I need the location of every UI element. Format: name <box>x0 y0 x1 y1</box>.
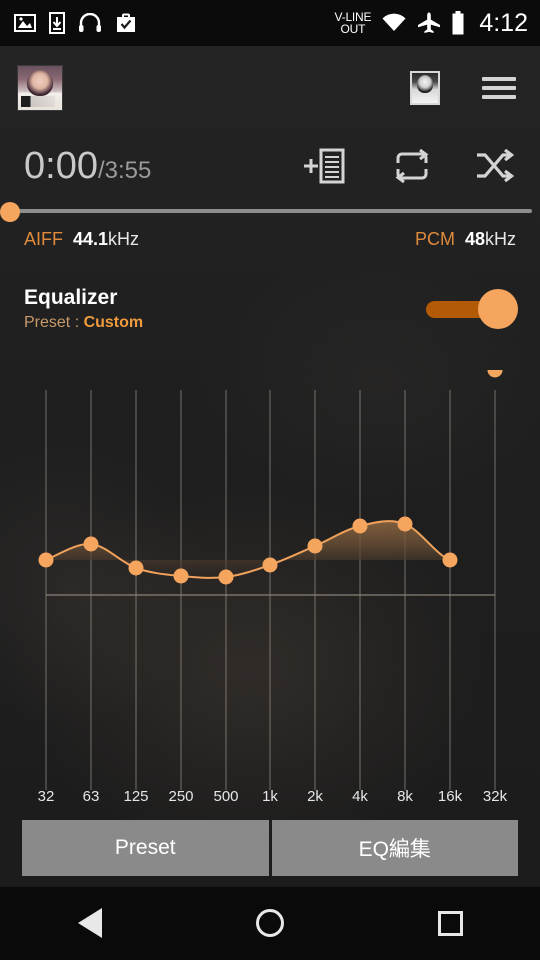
eq-band-handle-4k[interactable] <box>352 518 368 534</box>
frequency-axis-labels: 32 63 125 250 500 1k 2k 4k 8k 16k 32k <box>0 788 540 814</box>
freq-label-1k: 1k <box>262 788 278 805</box>
output-format-group: PCM 48kHz <box>415 229 516 250</box>
freq-label-250: 250 <box>168 788 194 805</box>
now-playing-art-icon[interactable] <box>410 71 440 105</box>
progress-track[interactable] <box>8 209 532 213</box>
equalizer-title-group: Equalizer Preset : Custom <box>24 286 143 333</box>
freq-label-8k: 8k <box>397 788 413 805</box>
recents-nav-icon <box>437 910 463 936</box>
back-nav-button[interactable] <box>40 886 140 960</box>
current-time: 0:00 <box>24 144 98 187</box>
download-to-device-icon <box>49 12 65 34</box>
freq-label-32k: 32k <box>482 788 508 805</box>
recents-nav-button[interactable] <box>400 886 500 960</box>
briefcase-check-icon <box>117 13 135 32</box>
audio-format-row: AIFF 44.1kHz PCM 48kHz <box>0 222 540 256</box>
equalizer-title: Equalizer <box>24 285 118 309</box>
source-codec-label: AIFF <box>24 228 63 249</box>
headphones-icon <box>79 13 101 32</box>
equalizer-enable-toggle[interactable] <box>426 289 518 329</box>
android-navigation-bar <box>0 886 540 960</box>
eq-band-handle-2k[interactable] <box>307 538 323 554</box>
app-screen: V-LINE OUT 4:12 0:00 /3:55 AIFF 44.1kHz … <box>0 0 540 960</box>
freq-label-32: 32 <box>37 788 55 805</box>
eq-band-handle-32k[interactable] <box>487 370 503 378</box>
equalizer-button-row: Preset EQ編集 <box>0 820 540 876</box>
freq-label-63: 63 <box>82 788 100 805</box>
hamburger-menu-icon[interactable] <box>482 77 516 99</box>
battery-icon <box>452 11 464 35</box>
eq-band-handle-500[interactable] <box>218 569 234 585</box>
shuffle-icon[interactable] <box>474 149 514 183</box>
status-bar-right-icons: V-LINE OUT 4:12 <box>335 9 540 38</box>
status-bar: V-LINE OUT 4:12 <box>0 0 540 46</box>
transport-row: 0:00 /3:55 <box>0 136 540 196</box>
transport-actions <box>302 147 540 185</box>
repeat-icon[interactable] <box>390 149 430 183</box>
progress-thumb[interactable] <box>0 202 20 222</box>
home-nav-button[interactable] <box>220 886 320 960</box>
equalizer-header: Equalizer Preset : Custom <box>0 278 540 340</box>
output-codec-label: PCM <box>414 228 455 249</box>
eq-band-handle-125[interactable] <box>128 560 144 576</box>
freq-label-2k: 2k <box>307 788 323 805</box>
total-time: /3:55 <box>97 156 152 184</box>
status-bar-clock: 4:12 <box>479 8 528 37</box>
back-nav-icon <box>78 908 102 938</box>
freq-label-4k: 4k <box>352 788 368 805</box>
image-icon <box>14 14 36 32</box>
app-header <box>0 46 540 130</box>
source-sample-rate: 44.1kHz <box>73 228 140 249</box>
playback-time: 0:00 /3:55 <box>0 145 151 188</box>
equalizer-preset-line: Preset : Custom <box>24 313 143 333</box>
freq-label-16k: 16k <box>437 788 463 805</box>
preset-label: Preset : <box>24 313 84 331</box>
eq-band-handle-8k[interactable] <box>397 516 413 532</box>
preset-button[interactable]: Preset <box>22 820 269 876</box>
eq-edit-button[interactable]: EQ編集 <box>271 820 518 876</box>
toggle-thumb[interactable] <box>478 289 518 329</box>
eq-band-handle-16k[interactable] <box>442 552 458 568</box>
freq-label-125: 125 <box>123 788 149 805</box>
freq-label-500: 500 <box>213 788 239 805</box>
header-actions <box>410 71 540 105</box>
wifi-icon <box>382 13 406 31</box>
eq-band-handle-1k[interactable] <box>262 557 278 573</box>
nav-divider <box>0 886 540 887</box>
vline-out-bottom: OUT <box>340 22 366 36</box>
add-to-playlist-icon[interactable] <box>302 147 346 185</box>
playback-progress-bar[interactable] <box>0 202 540 222</box>
airplane-mode-icon <box>418 12 441 33</box>
output-sample-rate: 48kHz <box>464 228 516 249</box>
eq-gridlines <box>45 390 496 790</box>
vline-out-indicator: V-LINE OUT <box>335 11 372 35</box>
equalizer-curve-svg[interactable] <box>0 370 540 790</box>
equalizer-graph[interactable] <box>0 370 540 790</box>
status-bar-left-icons <box>0 12 137 34</box>
eq-band-handle-63[interactable] <box>83 536 99 552</box>
album-art-thumbnail[interactable] <box>17 65 63 111</box>
eq-band-handle-250[interactable] <box>173 568 189 584</box>
preset-value: Custom <box>83 313 144 331</box>
home-nav-icon <box>256 909 284 937</box>
eq-band-handle-32[interactable] <box>38 552 54 568</box>
